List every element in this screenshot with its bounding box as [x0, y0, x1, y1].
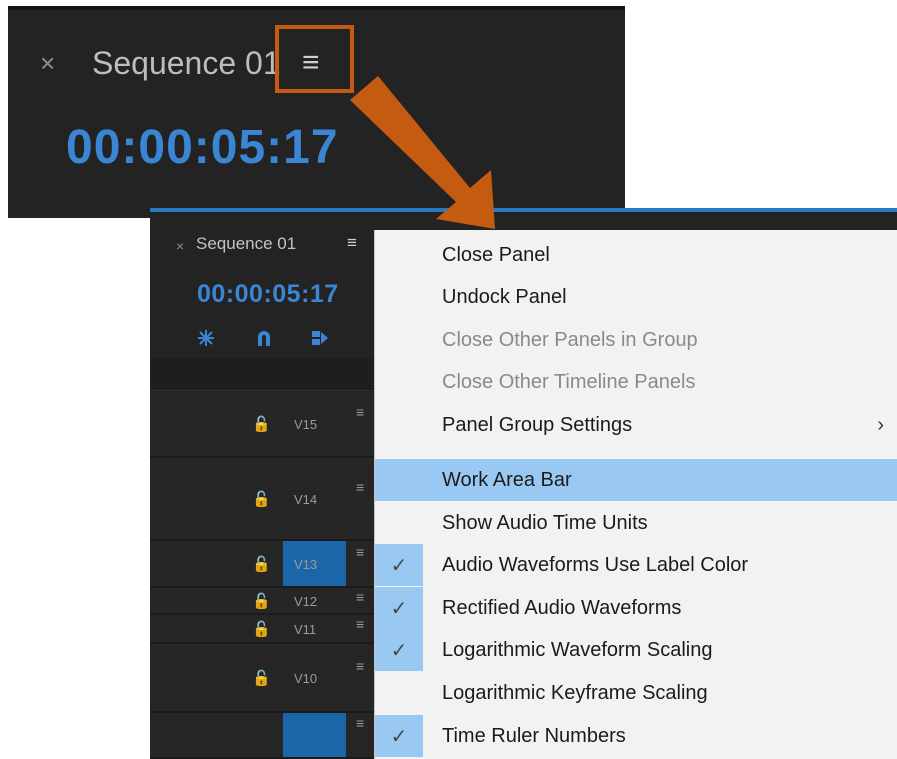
playhead-timecode[interactable]: 00:00:05:17 — [197, 280, 339, 309]
track-lock-icon[interactable]: 🔓 — [252, 669, 271, 687]
check-gutter — [375, 276, 423, 318]
menu-item[interactable]: Work Area Bar — [375, 459, 897, 501]
panel-menu-icon[interactable]: ≡ — [347, 233, 357, 253]
track-settings-icon[interactable]: ≡ — [356, 659, 364, 673]
menu-item: Close Other Timeline Panels — [375, 361, 897, 403]
track-target-toggle[interactable] — [283, 713, 346, 757]
track-settings-icon[interactable]: ≡ — [356, 405, 364, 419]
track-lock-icon[interactable]: 🔓 — [252, 415, 271, 433]
menu-item-label: Audio Waveforms Use Label Color — [442, 553, 749, 576]
track-header-ruler-area — [150, 358, 380, 391]
menu-item-label: Show Audio Time Units — [442, 511, 648, 534]
video-track-header[interactable]: ≡ — [150, 713, 380, 759]
track-settings-icon[interactable]: ≡ — [356, 480, 364, 494]
track-settings-icon[interactable]: ≡ — [356, 716, 364, 730]
track-label[interactable]: V10 — [294, 671, 317, 686]
check-gutter — [375, 459, 423, 501]
check-gutter — [375, 319, 423, 361]
playhead-timecode[interactable]: 00:00:05:17 — [66, 120, 339, 176]
check-icon: ✓ — [375, 715, 423, 757]
video-track-header[interactable]: 🔓 V11 ≡ — [150, 615, 380, 644]
insert-overwrite-icon[interactable] — [196, 328, 216, 348]
track-label[interactable]: V11 — [294, 622, 316, 637]
menu-item[interactable]: ✓ Logarithmic Waveform Scaling — [375, 629, 897, 671]
video-track-header[interactable]: 🔓 V10 ≡ — [150, 644, 380, 713]
check-gutter — [375, 404, 423, 446]
track-label[interactable]: V13 — [294, 557, 317, 572]
menu-item-label: Logarithmic Keyframe Scaling — [442, 681, 708, 704]
panel-menu-highlight-box — [275, 25, 354, 93]
close-tab-icon[interactable]: × — [176, 238, 184, 254]
chevron-right-icon: › — [877, 413, 884, 436]
panel-active-border — [150, 208, 897, 212]
menu-item-label: Close Other Panels in Group — [442, 328, 698, 351]
menu-item: Close Other Panels in Group — [375, 319, 897, 361]
menu-item-label: Logarithmic Waveform Scaling — [442, 638, 713, 661]
check-icon: ✓ — [375, 629, 423, 671]
menu-item-label: Rectified Audio Waveforms — [442, 596, 682, 619]
check-gutter — [375, 672, 423, 714]
video-track-header[interactable]: 🔓 V15 ≡ — [150, 392, 380, 458]
check-icon: ✓ — [375, 587, 423, 629]
video-track-header[interactable]: 🔓 V14 ≡ — [150, 458, 380, 541]
panel-top-border — [8, 6, 625, 10]
video-track-header[interactable]: 🔓 V12 ≡ — [150, 588, 380, 615]
panel-context-menu: Close Panel Undock Panel Close Other Panel… — [374, 230, 897, 759]
menu-item[interactable]: ✓ Audio Waveforms Use Label Color — [375, 544, 897, 586]
video-track-header[interactable]: 🔓 V13 ≡ — [150, 541, 380, 588]
track-label[interactable]: V15 — [294, 417, 317, 432]
snap-magnet-icon[interactable] — [254, 328, 274, 348]
track-lock-icon[interactable]: 🔓 — [252, 490, 271, 508]
sequence-tab-title[interactable]: Sequence 01 — [92, 44, 281, 82]
track-settings-icon[interactable]: ≡ — [356, 590, 364, 604]
menu-item[interactable]: Undock Panel — [375, 276, 897, 318]
menu-item[interactable]: ✓ Time Ruler Numbers — [375, 715, 897, 757]
menu-item[interactable]: Close Panel — [375, 234, 897, 276]
track-settings-icon[interactable]: ≡ — [356, 545, 364, 559]
check-gutter — [375, 502, 423, 544]
menu-item-label: Time Ruler Numbers — [442, 724, 626, 747]
sequence-tab-title[interactable]: Sequence 01 — [196, 234, 296, 254]
track-lock-icon[interactable]: 🔓 — [252, 620, 271, 638]
menu-item-label: Work Area Bar — [442, 468, 572, 491]
check-gutter — [375, 361, 423, 403]
menu-item-label: Close Panel — [442, 243, 550, 266]
check-icon: ✓ — [375, 544, 423, 586]
menu-item-label: Undock Panel — [442, 285, 567, 308]
menu-item[interactable]: Show Audio Time Units — [375, 502, 897, 544]
track-label[interactable]: V12 — [294, 594, 317, 609]
menu-item-label: Close Other Timeline Panels — [442, 370, 696, 393]
track-label[interactable]: V14 — [294, 492, 317, 507]
menu-item[interactable]: Logarithmic Keyframe Scaling — [375, 672, 897, 714]
menu-item-label: Panel Group Settings — [442, 413, 633, 436]
check-gutter — [375, 234, 423, 276]
menu-item[interactable]: Panel Group Settings › — [375, 404, 897, 446]
track-lock-icon[interactable]: 🔓 — [252, 555, 271, 573]
close-tab-icon[interactable]: × — [40, 50, 55, 76]
track-lock-icon[interactable]: 🔓 — [252, 592, 271, 610]
linked-selection-icon[interactable] — [310, 328, 330, 348]
track-settings-icon[interactable]: ≡ — [356, 617, 364, 631]
menu-item[interactable]: ✓ Rectified Audio Waveforms — [375, 587, 897, 629]
